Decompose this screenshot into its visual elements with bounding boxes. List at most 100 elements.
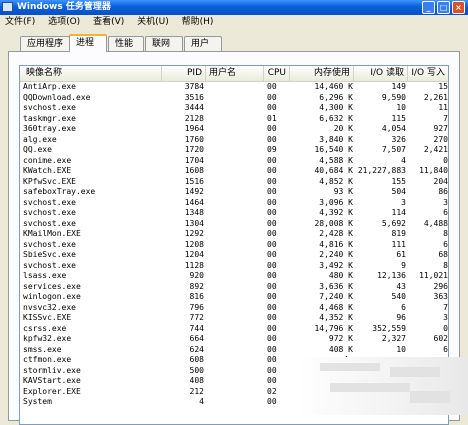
table-row[interactable]: alg.exe 1760 00 3,840 K 326 270 xyxy=(20,135,448,146)
cell-mem: 4,852 K xyxy=(319,176,353,186)
table-row[interactable]: QQDownload.exe 3516 00 6,296 K 9,590 2,261 xyxy=(20,93,448,104)
table-row[interactable]: smss.exe 624 00 408 K 10 6 xyxy=(20,345,448,356)
table-row[interactable]: svchost.exe 3444 00 4,300 K 10 11 xyxy=(20,103,448,114)
cell-name: kpfw32.exe xyxy=(23,334,72,343)
cell-name: QQ.exe xyxy=(23,145,52,154)
table-row[interactable]: QQ.exe 1720 09 16,540 K 7,507 2,421 xyxy=(20,145,448,156)
column-user-name[interactable]: 用户名 xyxy=(206,66,264,81)
column-memory[interactable]: 内存使用 xyxy=(290,66,354,81)
cell-pid: 1204 xyxy=(184,250,204,259)
cell-write: 6 xyxy=(443,208,448,217)
cell-write: 2,261 xyxy=(423,92,448,102)
cell-mem: 2,428 K xyxy=(319,229,353,238)
column-io-read[interactable]: I/O 读取 xyxy=(354,66,408,81)
table-row[interactable]: 360tray.exe 1964 00 20 K 4,054 927 xyxy=(20,124,448,135)
cell-read: 5,692 xyxy=(381,218,406,228)
cell-cpu: 00 xyxy=(267,260,277,270)
cell-mem: 4,468 K xyxy=(319,302,353,312)
cell-read: 540 xyxy=(391,292,406,301)
cell-read: 10 xyxy=(396,103,406,112)
table-row[interactable]: svchost.exe 1208 00 4,816 K 111 6 xyxy=(20,240,448,251)
cell-cpu: 00 xyxy=(267,281,277,291)
cell-write: 2,421 xyxy=(423,145,448,154)
column-image-name[interactable]: 映像名称 xyxy=(20,66,162,81)
table-row[interactable]: svchost.exe 1348 00 4,392 K 114 6 xyxy=(20,208,448,219)
column-cpu[interactable]: CPU xyxy=(264,66,290,81)
cell-write: 15 xyxy=(438,82,448,91)
table-row[interactable]: KISSvc.EXE 772 00 4,352 K 96 3 xyxy=(20,313,448,324)
menu-view[interactable]: 查看(V) xyxy=(88,15,129,30)
cell-read: 149 xyxy=(391,82,406,91)
cell-mem: 3,636 K xyxy=(319,281,353,291)
cell-pid: 408 xyxy=(189,376,204,385)
cell-pid: 744 xyxy=(189,323,204,333)
table-row[interactable]: nvsvc32.exe 796 00 4,468 K 6 7 xyxy=(20,303,448,314)
menu-options[interactable]: 选项(O) xyxy=(43,15,85,30)
cell-read: 21,227,883 xyxy=(357,166,406,175)
table-row[interactable]: KMailMon.EXE 1292 00 2,428 K 819 8 xyxy=(20,229,448,240)
cell-write: 270 xyxy=(433,134,448,144)
table-row[interactable]: svchost.exe 1304 00 28,008 K 5,692 4,488 xyxy=(20,219,448,230)
tab-users[interactable]: 用户 xyxy=(184,36,222,51)
table-row[interactable]: AntiArp.exe 3784 00 14,460 K 149 15 xyxy=(20,82,448,93)
column-pid[interactable]: PID xyxy=(162,66,206,81)
table-row[interactable]: svchost.exe 1128 00 3,492 K 9 8 xyxy=(20,261,448,272)
cell-read: 3 xyxy=(401,197,406,207)
cell-read: 43 xyxy=(396,281,406,291)
table-row[interactable]: taskmgr.exe 2128 01 6,632 K 115 7 xyxy=(20,114,448,125)
column-io-write[interactable]: I/O 写入 xyxy=(408,66,448,81)
cell-mem: 3,492 K xyxy=(319,260,353,270)
table-row[interactable]: svchost.exe 1464 00 3,096 K 3 3 xyxy=(20,198,448,209)
close-button[interactable]: × xyxy=(452,1,465,14)
tab-applications[interactable]: 应用程序 xyxy=(20,36,70,51)
cell-pid: 608 xyxy=(189,355,204,364)
table-row[interactable]: KPfwSvc.EXE 1516 00 4,852 K 155 204 xyxy=(20,177,448,188)
cell-cpu: 02 xyxy=(267,386,277,396)
table-row[interactable]: safeboxTray.exe 1492 00 93 K 504 86 xyxy=(20,187,448,198)
maximize-button[interactable]: □ xyxy=(437,1,450,14)
table-row[interactable]: SbieSvc.exe 1204 00 2,240 K 61 68 xyxy=(20,250,448,261)
tab-networking[interactable]: 联网 xyxy=(145,36,183,51)
cell-cpu: 00 xyxy=(267,92,277,102)
table-row[interactable]: lsass.exe 920 00 480 K 12,136 11,021 xyxy=(20,271,448,282)
cell-cpu: 00 xyxy=(267,218,277,228)
table-row[interactable]: winlogon.exe 816 00 7,240 K 540 363 xyxy=(20,292,448,303)
cell-write: 363 xyxy=(433,292,448,301)
menu-shutdown[interactable]: 关机(U) xyxy=(132,15,174,30)
cell-pid: 3784 xyxy=(184,82,204,91)
cell-write: 86 xyxy=(438,187,448,196)
cell-name: conime.exe xyxy=(23,155,72,165)
cell-read: 2,327 xyxy=(381,334,406,343)
minimize-button[interactable]: _ xyxy=(422,1,435,14)
table-row[interactable]: KWatch.EXE 1608 00 40,684 K 21,227,883 11,840 xyxy=(20,166,448,177)
cell-write: 7 xyxy=(443,113,448,123)
cell-mem: 4,300 K xyxy=(319,103,353,112)
tab-processes[interactable]: 进程 xyxy=(69,34,107,52)
cell-mem: 14,796 K xyxy=(314,323,353,333)
menu-file[interactable]: 文件(F) xyxy=(0,15,40,30)
cell-write: 7 xyxy=(443,302,448,312)
table-row[interactable]: kpfw32.exe 664 00 972 K 2,327 602 xyxy=(20,334,448,345)
cell-write: 68 xyxy=(438,250,448,259)
menu-help[interactable]: 帮助(H) xyxy=(177,15,219,30)
cell-cpu: 00 xyxy=(267,344,277,354)
cell-cpu: 00 xyxy=(267,166,277,175)
cell-cpu: 00 xyxy=(267,103,277,112)
cell-cpu: 01 xyxy=(267,113,277,123)
table-row[interactable]: csrss.exe 744 00 14,796 K 352,559 0 xyxy=(20,324,448,335)
table-row[interactable]: conime.exe 1704 00 4,588 K 4 0 xyxy=(20,156,448,167)
cell-write: 602 xyxy=(433,334,448,343)
cell-write: 11 xyxy=(438,103,448,112)
cell-read: 352,559 xyxy=(372,323,406,333)
cell-cpu: 00 xyxy=(267,187,277,196)
cell-pid: 1704 xyxy=(184,155,204,165)
cell-read: 96 xyxy=(396,313,406,322)
table-row[interactable]: services.exe 892 00 3,636 K 43 296 xyxy=(20,282,448,293)
cell-cpu: 09 xyxy=(267,145,277,154)
cell-name: services.exe xyxy=(23,281,81,291)
blurred-region xyxy=(300,357,468,415)
cell-name: AntiArp.exe xyxy=(23,82,76,91)
tab-performance[interactable]: 性能 xyxy=(108,36,144,51)
cell-pid: 1464 xyxy=(184,197,204,207)
cell-read: 9 xyxy=(401,260,406,270)
